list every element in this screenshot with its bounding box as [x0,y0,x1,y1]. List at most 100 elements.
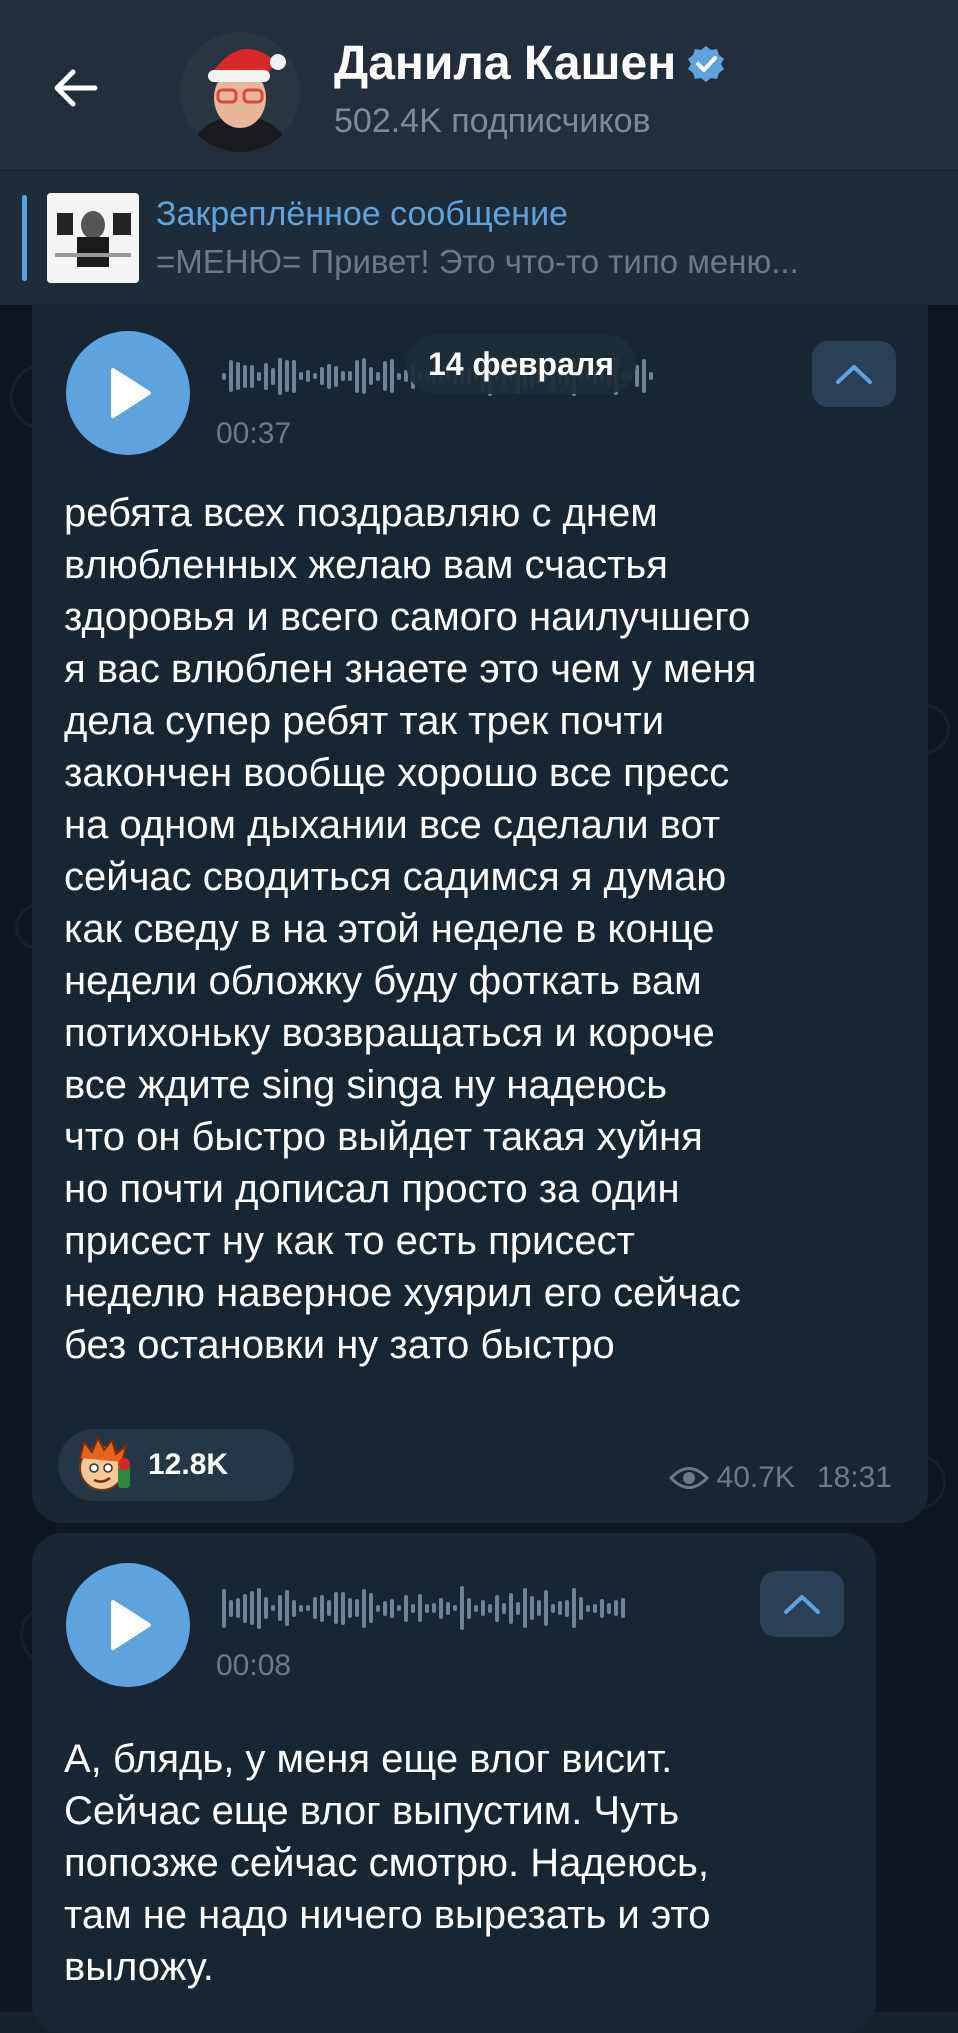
waveform-bar [299,1604,303,1612]
message-time: 18:31 [816,1461,892,1494]
waveform-bar [348,1598,352,1618]
waveform-bar [523,1588,527,1628]
back-button[interactable] [42,55,108,121]
waveform-bar [292,359,296,393]
waveform-bar [257,371,261,381]
waveform-bar [376,1604,380,1612]
channel-title-wrap[interactable]: Данила Кашен [334,36,726,91]
waveform-bar [404,1594,408,1622]
waveform-bar [327,1600,331,1616]
waveform-bar [362,1588,366,1628]
waveform-bar [397,1605,401,1611]
waveform-bar [439,1597,443,1619]
waveform-bar [306,1605,310,1611]
waveform-bar [348,371,352,381]
message-meta: 40.7K 18:31 [668,1461,892,1495]
waveform-bar [390,1598,394,1618]
waveform-bar [432,1603,436,1613]
waveform-bar [621,1598,625,1618]
waveform-bar [397,372,401,380]
play-icon [111,368,151,418]
waveform-bar [243,1593,247,1623]
waveform-bar [649,372,653,380]
waveform-bar [278,357,282,395]
waveform-bar [383,361,387,391]
waveform-bar [537,1600,541,1616]
voice-waveform[interactable] [222,1583,628,1633]
waveform-bar [390,359,394,393]
waveform-bar [243,364,247,388]
waveform-bar [446,1601,450,1615]
chevron-up-icon [784,1595,820,1614]
waveform-bar [516,1601,520,1615]
waveform-bar [418,1594,422,1622]
waveform-bar [530,1596,534,1620]
channel-title: Данила Кашен [334,37,677,90]
waveform-bar [271,367,275,385]
waveform-bar [229,1599,233,1617]
waveform-bar [467,1597,471,1619]
waveform-bar [334,365,338,387]
waveform-bar [299,372,303,380]
waveform-bar [313,1597,317,1619]
voice-transcript: А, блядь, у меня еще влог висит. Сейчас … [64,1737,711,1989]
subscriber-count: 502.4K подписчиков [334,102,651,140]
waveform-bar [229,360,233,392]
voice-transcript: ребята всех поздравляю с днем влюбленных… [64,491,757,1367]
waveform-bar [306,370,310,382]
voice-duration: 00:37 [216,417,292,450]
waveform-bar [565,1599,569,1617]
waveform-bar [264,1597,268,1619]
pinned-indicator [22,195,27,281]
avatar-image [180,32,300,152]
pinned-preview: =МЕНЮ= Привет! Это что-то типо меню... [156,243,799,280]
message-bubble: 00:08 А, блядь, у меня еще влог висит. С… [32,1533,876,2033]
waveform-bar [453,1605,457,1611]
waveform-bar [320,1594,324,1622]
view-count: 40.7K [716,1461,795,1494]
waveform-bar [425,1603,429,1613]
waveform-bar [572,1588,576,1628]
waveform-bar [292,1599,296,1617]
waveform-bar [250,364,254,388]
waveform-bar [355,1599,359,1617]
waveform-bar [383,1600,387,1616]
waveform-bar [278,1595,282,1621]
waveform-bar [544,1590,548,1626]
pinned-message-bar[interactable]: Закреплённое сообщение =МЕНЮ= Привет! Эт… [0,170,958,305]
play-button[interactable] [66,331,190,455]
waveform-bar [355,359,359,393]
waveform-bar [558,1601,562,1615]
collapse-transcript-button[interactable] [760,1571,844,1637]
waveform-bar [257,1587,261,1629]
reaction-emoji-icon [79,1435,130,1491]
waveform-bar [551,1603,555,1613]
waveform-bar [593,1603,597,1613]
waveform-bar [341,371,345,381]
waveform-bar [222,372,226,380]
waveform-bar [250,1591,254,1625]
waveform-bar [474,1604,478,1612]
message-bubble: 00:37 ребята всех поздравляю с днем влюб… [32,303,928,1523]
waveform-bar [362,358,366,394]
date-separator: 14 февраля [406,334,636,394]
waveform-bar [642,359,646,393]
waveform-bar [586,1604,590,1612]
pinned-title: Закреплённое сообщение [156,195,568,233]
verified-icon [688,45,725,82]
waveform-bar [236,1598,240,1618]
reaction-chip[interactable]: 12.8K [58,1429,294,1501]
reaction-count: 12.8K [148,1448,229,1481]
pinned-thumbnail [47,193,139,283]
waveform-bar [313,373,317,379]
play-icon [111,1600,151,1650]
waveform-bar [607,1602,611,1614]
channel-avatar[interactable] [180,32,300,152]
waveform-bar [488,1603,492,1613]
collapse-transcript-button[interactable] [812,341,896,407]
waveform-bar [600,1598,604,1618]
play-button[interactable] [66,1563,190,1687]
waveform-bar [285,1590,289,1626]
waveform-bar [495,1594,499,1622]
waveform-bar [264,362,268,390]
